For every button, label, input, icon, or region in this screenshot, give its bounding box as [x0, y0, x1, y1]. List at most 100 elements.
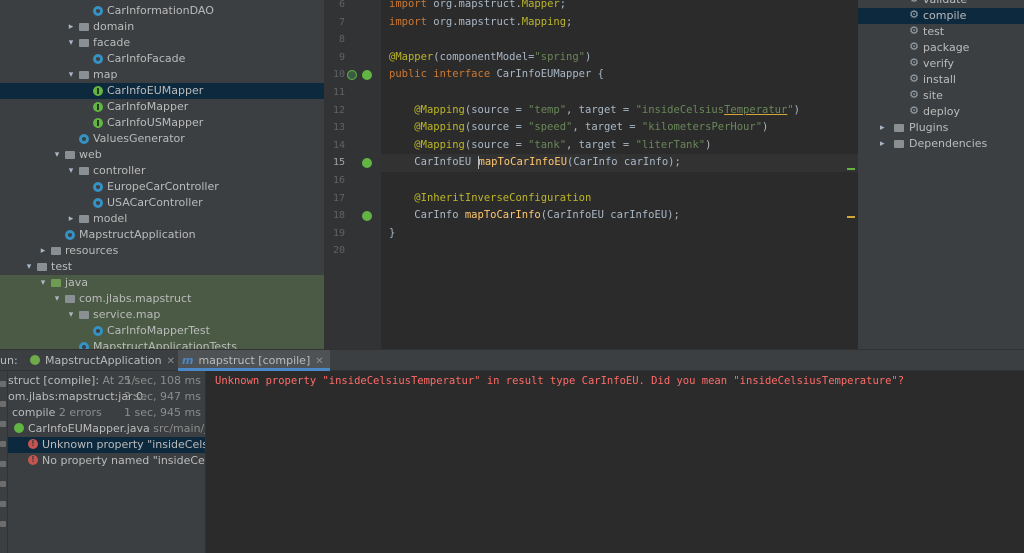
run-tree-panel: struct [compile]: At 21/5 sec, 108 ms om.…	[0, 371, 205, 553]
project-tree-item[interactable]: CarInfoEUMapper	[0, 83, 324, 99]
close-icon[interactable]: ✕	[315, 356, 323, 367]
code-line[interactable]: import org.mapstruct.Mapping;	[389, 14, 572, 32]
maven-lifecycle-item[interactable]: ⚙ package	[858, 40, 1024, 56]
chevron-right-icon[interactable]: ▸	[66, 19, 76, 35]
chevron-down-icon[interactable]: ▾	[24, 259, 34, 275]
chevron-right-icon[interactable]: ▸	[880, 136, 885, 152]
toolbar-icon[interactable]	[0, 501, 6, 507]
code-line[interactable]: CarInfoEU mapToCarInfoEU(CarInfo carInfo…	[381, 154, 858, 172]
error-icon	[28, 453, 38, 468]
maven-lifecycle-item[interactable]: ⚙ test	[858, 24, 1024, 40]
run-item-text: compile	[12, 406, 56, 419]
project-tree-item[interactable]: ▾ test	[0, 259, 324, 275]
console-output[interactable]: Unknown property "insideCelsiusTemperatu…	[205, 371, 1024, 553]
chevron-down-icon[interactable]: ▾	[52, 291, 62, 307]
maven-lifecycle-item[interactable]: ⚙ deploy	[858, 104, 1024, 120]
error-icon	[28, 437, 38, 452]
maven-lifecycle-item[interactable]: ▸ Dependencies	[858, 136, 1024, 152]
project-tree-item[interactable]: CarInformationDAO	[0, 3, 324, 19]
toolbar-icon[interactable]	[0, 381, 6, 387]
line-number: 17	[332, 192, 345, 204]
code-editor[interactable]: 6 7 8 9 10 11 12 13 14 15 16 17 18 19 20 import org.ma…	[324, 0, 858, 349]
project-tree-item[interactable]: ▸ resources	[0, 243, 324, 259]
run-tree-item[interactable]: om.jlabs:mapstruct:jar:0. 2 sec, 947 ms	[8, 389, 205, 405]
code-line[interactable]: @Mapping(source = "speed", target = "kil…	[389, 119, 768, 137]
project-tree-item[interactable]: CarInfoMapper	[0, 99, 324, 115]
project-tree-item[interactable]: ▾ service.map	[0, 307, 324, 323]
error-stripe-mark[interactable]	[847, 168, 855, 170]
run-tree-item[interactable]: compile 2 errors 1 sec, 945 ms	[8, 405, 205, 421]
implemented-icon[interactable]	[362, 158, 372, 169]
toolbar-icon[interactable]	[0, 481, 6, 487]
toolbar-icon[interactable]	[0, 401, 6, 407]
implemented-icon[interactable]	[362, 211, 372, 222]
project-tree-item[interactable]: ▾ java	[0, 275, 324, 291]
toolbar-icon[interactable]	[0, 521, 6, 527]
chevron-down-icon[interactable]: ▾	[52, 147, 62, 163]
chevron-down-icon[interactable]: ▾	[66, 307, 76, 323]
project-tree-item[interactable]: CarInfoMapperTest	[0, 323, 324, 339]
code-line[interactable]: public interface CarInfoEUMapper {	[389, 66, 604, 84]
warning-stripe-mark[interactable]	[847, 216, 855, 218]
chevron-down-icon[interactable]: ▾	[66, 67, 76, 83]
maven-lifecycle-item[interactable]: ⚙ site	[858, 88, 1024, 104]
chevron-right-icon[interactable]: ▸	[66, 211, 76, 227]
project-tree-item[interactable]: MapstructApplicationTests	[0, 339, 324, 349]
project-tree-item[interactable]: ▾ com.jlabs.mapstruct	[0, 291, 324, 307]
code-line[interactable]: }	[389, 225, 395, 243]
maven-lifecycle-item[interactable]: ⚙ install	[858, 72, 1024, 88]
run-tab[interactable]: MapstructApplication ✕	[26, 350, 181, 371]
run-tree-item[interactable]: Unknown property "insideCelsiu	[8, 437, 205, 453]
project-tree-item[interactable]: USACarController	[0, 195, 324, 211]
spring-bean-icon[interactable]	[347, 70, 357, 81]
project-tree-item[interactable]: CarInfoFacade	[0, 51, 324, 67]
gear-icon: ⚙	[909, 40, 919, 53]
chevron-right-icon[interactable]: ▸	[38, 243, 48, 259]
project-tree-item[interactable]: EuropeCarController	[0, 179, 324, 195]
project-tree-item[interactable]: ▸ model	[0, 211, 324, 227]
code-token: , target =	[566, 138, 636, 151]
code-line[interactable]: @Mapper(componentModel="spring")	[389, 49, 591, 67]
toolbar-icon[interactable]	[0, 421, 6, 427]
project-tree-item[interactable]: ▾ map	[0, 67, 324, 83]
chevron-down-icon[interactable]: ▾	[66, 163, 76, 179]
project-tree-item[interactable]: ValuesGenerator	[0, 131, 324, 147]
run-tree-item[interactable]: CarInfoEUMapper.java src/main/jav	[8, 421, 205, 437]
code-line[interactable]: @InheritInverseConfiguration	[389, 190, 591, 208]
tree-item-label: controller	[93, 164, 146, 177]
maven-lifecycle-item[interactable]: ⚙ compile	[858, 8, 1024, 24]
maven-lifecycle-item[interactable]: ⚙ verify	[858, 56, 1024, 72]
chevron-down-icon[interactable]: ▾	[66, 35, 76, 51]
code-line[interactable]: import org.mapstruct.Mapper;	[389, 0, 566, 14]
code-line[interactable]: @Mapping(source = "temp", target = "insi…	[389, 102, 800, 120]
code-line[interactable]: CarInfo mapToCarInfo(CarInfoEU carInfoEU…	[389, 207, 680, 225]
toolbar-icon[interactable]	[0, 461, 6, 467]
project-tree-item[interactable]: ▾ controller	[0, 163, 324, 179]
project-tree-item[interactable]: ▾ web	[0, 147, 324, 163]
chevron-down-icon[interactable]: ▾	[38, 275, 48, 291]
maven-lifecycle-item[interactable]: ⚙validate	[858, 0, 1024, 8]
line-number: 15	[332, 157, 345, 169]
tree-item-label: ValuesGenerator	[93, 132, 185, 145]
maven-lifecycle-item[interactable]: ▸ Plugins	[858, 120, 1024, 136]
code-token: , target =	[566, 103, 636, 116]
toolbar-icon[interactable]	[0, 441, 6, 447]
code-line[interactable]: @Mapping(source = "tank", target = "lite…	[389, 137, 711, 155]
code-token: @Mapping	[414, 103, 465, 116]
code-token: "speed"	[528, 121, 573, 134]
run-tree-item[interactable]: struct [compile]: At 21/5 sec, 108 ms	[8, 373, 205, 389]
project-tree-item[interactable]: MapstructApplication	[0, 227, 324, 243]
run-item-text: Unknown property "insideCelsiu	[42, 438, 205, 451]
code-token: mapToCarInfoEU	[478, 156, 568, 169]
project-tree-item[interactable]: ▾ facade	[0, 35, 324, 51]
run-tab[interactable]: m mapstruct [compile] ✕	[178, 350, 330, 371]
maven-icon: m	[182, 354, 194, 367]
run-tree-item[interactable]: No property named "insideCelsi	[8, 453, 205, 469]
implemented-icon[interactable]	[362, 70, 372, 81]
line-number: 7	[338, 16, 345, 28]
chevron-right-icon[interactable]: ▸	[880, 120, 885, 136]
project-tree-item[interactable]: CarInfoUSMapper	[0, 115, 324, 131]
error-stripe	[847, 0, 857, 349]
project-tree-item[interactable]: ▸ domain	[0, 19, 324, 35]
close-icon[interactable]: ✕	[167, 356, 175, 367]
